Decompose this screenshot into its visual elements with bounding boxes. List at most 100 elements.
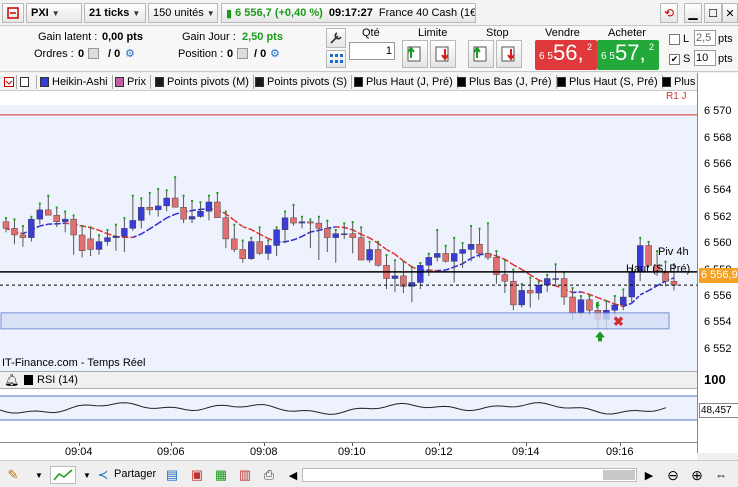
legend-item-bas-j[interactable]: Plus Bas (J, Pré) bbox=[457, 75, 557, 89]
candle-high-dot bbox=[588, 295, 591, 297]
share-icon[interactable]: ≺ bbox=[94, 466, 112, 484]
wrench-icon[interactable] bbox=[326, 28, 346, 48]
x-tick-mark bbox=[526, 443, 527, 446]
legend-item-prix[interactable]: Prix bbox=[115, 75, 151, 89]
l-input[interactable] bbox=[694, 30, 716, 46]
candle-body bbox=[611, 304, 619, 311]
buy-label: Acheter bbox=[608, 27, 646, 39]
limit-checkbox[interactable] bbox=[669, 34, 680, 45]
candle-high-dot bbox=[360, 226, 363, 229]
candle-high-dot bbox=[174, 176, 177, 179]
price-chart[interactable]: ✖ R1 J Piv 4h Haut (S, Pré) IT-Finance.c… bbox=[0, 91, 697, 371]
chart-type-icon[interactable] bbox=[50, 466, 76, 484]
candle-high-dot bbox=[486, 222, 489, 225]
sell-price: 56, bbox=[553, 40, 584, 65]
scrollbar-thumb[interactable] bbox=[603, 470, 635, 480]
gear-icon[interactable]: ⚙ bbox=[270, 47, 280, 60]
buy-prefix: 6 5 bbox=[601, 51, 615, 62]
candle-body bbox=[307, 221, 314, 224]
candle-body bbox=[349, 233, 356, 238]
limit-sell-button[interactable] bbox=[430, 40, 456, 68]
candle-high-dot bbox=[224, 210, 227, 213]
gear-icon[interactable]: ⚙ bbox=[125, 47, 135, 60]
horizontal-scrollbar[interactable] bbox=[302, 468, 637, 482]
zoom-in-icon[interactable]: ⊕ bbox=[688, 466, 706, 484]
candle-body bbox=[391, 275, 399, 279]
candle-body bbox=[205, 201, 213, 212]
rsi-value-tag: 48,457 bbox=[699, 403, 738, 418]
legend-item[interactable] bbox=[20, 75, 37, 89]
maximize-icon[interactable]: ☐ bbox=[704, 3, 722, 23]
candle-body bbox=[239, 249, 246, 259]
chevron-down-icon[interactable]: ▼ bbox=[30, 466, 48, 484]
legend-item-haut-s[interactable]: Plus Haut (S, Pré) bbox=[557, 75, 663, 89]
candle-high-dot bbox=[55, 206, 58, 209]
s-input[interactable] bbox=[694, 50, 716, 66]
x-tick-label: 09:04 bbox=[65, 446, 93, 458]
scroll-right-icon[interactable]: ▶ bbox=[640, 466, 658, 484]
units-text: 150 unités bbox=[153, 7, 204, 19]
sync-icon[interactable]: ⟲ bbox=[660, 3, 678, 23]
support-zone bbox=[0, 312, 670, 330]
pencil-icon[interactable]: ✎ bbox=[4, 466, 22, 484]
minimize-icon[interactable]: ▁ bbox=[684, 3, 702, 23]
candle-high-dot bbox=[326, 219, 329, 222]
candle-high-dot bbox=[393, 259, 396, 262]
swatch-icon bbox=[40, 77, 49, 87]
close-position-icon[interactable] bbox=[237, 48, 248, 59]
legend-toggle-icon[interactable] bbox=[2, 75, 17, 89]
interval-selector[interactable]: 21 ticks ▼ bbox=[84, 3, 146, 23]
s-pts-label: pts bbox=[718, 53, 733, 65]
legend-label: Plus bbox=[674, 76, 696, 88]
symbol-selector[interactable]: PXI ▼ bbox=[26, 3, 82, 23]
layout-icon[interactable] bbox=[2, 3, 24, 23]
sell-marker-icon: ✖ bbox=[613, 314, 624, 329]
quote-bar[interactable]: ▮ 6 556,7 (+0,40 %) 09:17:27 France 40 C… bbox=[221, 3, 476, 23]
units-selector[interactable]: 150 unités ▼ bbox=[148, 3, 218, 23]
legend-item-haut-j[interactable]: Plus Haut (J, Pré) bbox=[354, 75, 458, 89]
candle-body bbox=[146, 207, 153, 211]
limit-buy-button[interactable] bbox=[402, 40, 428, 68]
candle-body bbox=[197, 210, 204, 217]
candle-body bbox=[484, 253, 492, 258]
print-icon[interactable]: ⎙ bbox=[260, 466, 278, 484]
keypad-icon[interactable] bbox=[326, 50, 346, 68]
cancel-orders-icon[interactable] bbox=[88, 48, 99, 59]
candle-body bbox=[231, 238, 238, 250]
stop-checkbox[interactable]: ✔ bbox=[669, 54, 680, 65]
time-axis[interactable]: 09:04 09:06 09:08 09:10 09:12 09:14 09:16 bbox=[0, 442, 697, 460]
price-axis[interactable]: 6 5706 5686 5666 5646 5626 5606 5586 556… bbox=[697, 73, 738, 453]
buy-price: 57, bbox=[615, 40, 646, 65]
rsi-band bbox=[0, 396, 697, 420]
close-icon[interactable]: ✕ bbox=[722, 3, 738, 23]
rsi-panel[interactable] bbox=[0, 389, 697, 442]
candle-high-dot bbox=[368, 240, 371, 243]
legend-item-pivots-m[interactable]: Points pivots (M) bbox=[155, 75, 254, 89]
comment-icon[interactable]: ▤ bbox=[163, 466, 181, 484]
share-button-label[interactable]: Partager bbox=[114, 468, 156, 480]
zoom-out-icon[interactable]: ⊖ bbox=[664, 466, 682, 484]
candle-high-dot bbox=[81, 225, 84, 228]
stop-buy-button[interactable] bbox=[468, 40, 494, 68]
sell-button[interactable]: 6 5 56, 2 bbox=[535, 40, 597, 70]
swatch-icon bbox=[354, 77, 363, 87]
bell-icon[interactable]: 🔔︎ bbox=[4, 373, 19, 387]
candle-high-dot bbox=[131, 194, 134, 197]
alert-icon[interactable]: ▥ bbox=[236, 466, 254, 484]
candle-body bbox=[53, 214, 60, 222]
legend-item-more[interactable]: Plus bbox=[662, 75, 697, 89]
candle-body bbox=[366, 249, 373, 261]
candle-body bbox=[425, 257, 432, 266]
gain-latent-label: Gain latent : bbox=[38, 31, 98, 43]
indicator-icon[interactable]: ▣ bbox=[188, 466, 206, 484]
legend-item-heikin-ashi[interactable]: Heikin-Ashi bbox=[40, 75, 113, 89]
fit-icon[interactable]: ⇔ bbox=[712, 466, 730, 484]
ordres-value: 0 bbox=[78, 48, 85, 60]
stop-sell-button[interactable] bbox=[496, 40, 522, 68]
qty-input[interactable] bbox=[349, 42, 395, 60]
legend-item-pivots-s[interactable]: Points pivots (S) bbox=[255, 75, 353, 89]
calendar-icon[interactable]: ▦ bbox=[212, 466, 230, 484]
scroll-left-icon[interactable]: ◀ bbox=[284, 466, 302, 484]
swatch-icon bbox=[115, 77, 124, 87]
buy-button[interactable]: 6 5 57, 2 bbox=[597, 40, 659, 70]
